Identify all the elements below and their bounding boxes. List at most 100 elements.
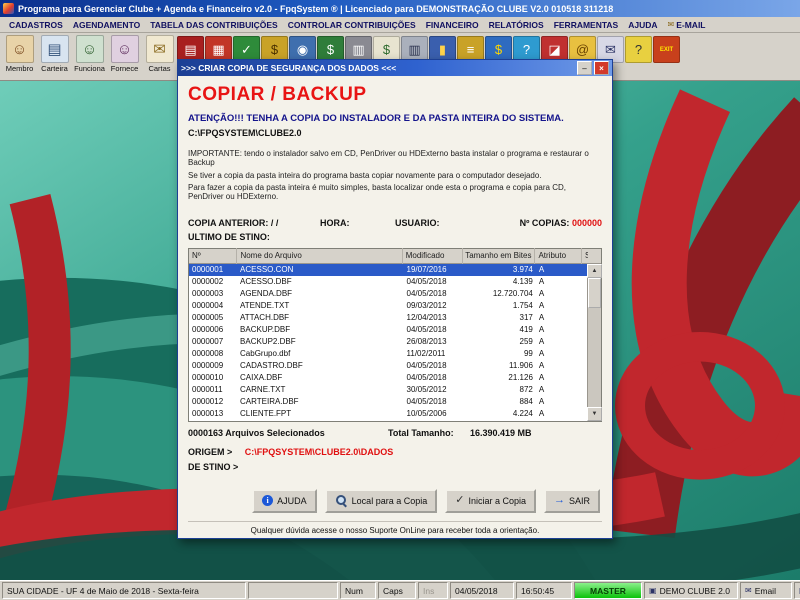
table-cell: ATENDE.TXT xyxy=(240,301,290,310)
table-row[interactable]: 0000007 BACKUP2.DBF 26/08/2013 259 A xyxy=(189,336,588,348)
table-cell: 04/05/2018 xyxy=(406,277,447,286)
table-cell: 04/05/2018 xyxy=(406,361,447,370)
choose-location-button[interactable]: Local para a Copia xyxy=(324,488,438,513)
help-icon[interactable]: ? xyxy=(625,36,652,63)
email-text: Email xyxy=(754,585,776,596)
status-panel-insert-mode: Ins xyxy=(418,582,448,599)
menu-item-ferramentas[interactable]: FERRAMENTAS xyxy=(549,20,624,30)
table-cell: 0000002 xyxy=(192,277,224,286)
dialog-minimize-button[interactable]: – xyxy=(577,61,592,75)
status-panel-location-date: SUA CIDADE - UF 4 de Maio de 2018 - Sext… xyxy=(2,582,246,599)
table-row[interactable]: 0000011 CARNE.TXT 30/05/2012 872 A xyxy=(189,384,588,396)
table-cell: 884 xyxy=(519,397,533,406)
table-row[interactable]: 0000001 ACESSO.CON 19/07/2016 3.974 A xyxy=(189,263,588,276)
table-row[interactable]: 0000003 AGENDA.DBF 04/05/2018 12.720.704 A xyxy=(189,288,588,300)
supplier-button[interactable]: ☺ Fornece xyxy=(107,34,142,73)
exit-button[interactable]: → SAIR xyxy=(543,488,600,513)
table-cell: A xyxy=(538,361,545,370)
window-title: Programa para Gerenciar Clube + Agenda e… xyxy=(18,3,614,14)
menu-item-financeiro[interactable]: FINANCEIRO xyxy=(421,20,484,30)
menu-item-ajuda[interactable]: AJUDA xyxy=(623,20,662,30)
table-cell: A xyxy=(538,289,545,298)
table-row[interactable]: 0000002 ACESSO.DBF 04/05/2018 4.139 A xyxy=(189,276,588,288)
menu-item-tabela-das-contribui-es[interactable]: TABELA DAS CONTRIBUIÇÕES xyxy=(145,20,283,30)
wallet-button[interactable]: ▤ Carteira xyxy=(37,34,72,73)
status-panel-caps-lock: Caps xyxy=(378,582,416,599)
dialog-heading: COPIAR / BACKUP xyxy=(188,84,367,105)
table-row[interactable]: 0000010 CAIXA.DBF 04/05/2018 21.126 A xyxy=(189,372,588,384)
column-header-nome-do-arquivo[interactable]: Nome do Arquivo xyxy=(237,247,403,264)
table-row[interactable]: 0000008 CabGrupo.dbf 11/02/2011 99 A xyxy=(189,348,588,360)
table-cell: 10/05/2006 xyxy=(406,409,447,418)
dialog-title: >>> CRIAR COPIA DE SEGURANÇA DOS DADOS <… xyxy=(181,63,397,73)
dialog-titlebar[interactable]: >>> CRIAR COPIA DE SEGURANÇA DOS DADOS <… xyxy=(178,60,612,76)
table-row[interactable]: 0000009 CADASTRO.DBF 04/05/2018 11.906 A xyxy=(189,360,588,372)
column-header-n[interactable]: Nº xyxy=(189,247,238,264)
table-row[interactable]: 0000004 ATENDE.TXT 09/03/2012 1.754 A xyxy=(189,300,588,312)
toolbar-button-label: Membro xyxy=(5,64,34,73)
table-cell: 0000007 xyxy=(192,337,224,346)
toolbar-button-label: Fornece xyxy=(110,64,139,73)
start-copy-button[interactable]: ✓ Iniciar a Copia xyxy=(445,488,536,513)
dialog-close-button[interactable]: × xyxy=(594,61,609,75)
table-cell: 317 xyxy=(519,313,533,322)
table-cell: 04/05/2018 xyxy=(406,397,447,406)
menu-item-controlar-contribui-es[interactable]: CONTROLAR CONTRIBUIÇÕES xyxy=(283,20,421,30)
table-scrollbar[interactable]: ▲ ▼ xyxy=(587,263,602,421)
help-button-label: AJUDA xyxy=(277,495,307,506)
exit-door-icon[interactable]: EXIT xyxy=(653,36,680,63)
scroll-down-button[interactable]: ▼ xyxy=(587,406,602,421)
help-button[interactable]: i AJUDA xyxy=(252,488,317,513)
magnifier-icon xyxy=(335,494,348,507)
members-button[interactable]: ☺ Membro xyxy=(2,34,37,73)
hour-label: HORA: xyxy=(320,217,350,228)
table-cell: 12/04/2013 xyxy=(406,313,447,322)
origin-label: ORIGEM > xyxy=(188,446,233,457)
toolbar-button-label: Funciona xyxy=(74,64,105,73)
status-panel-num-lock: Num xyxy=(340,582,376,599)
column-header-tamanho-em-bites[interactable]: Tamanho em Bites xyxy=(463,247,536,264)
table-cell: 04/05/2018 xyxy=(406,373,447,382)
scroll-up-button[interactable]: ▲ xyxy=(587,263,602,278)
statusbar: SUA CIDADE - UF 4 de Maio de 2018 - Sext… xyxy=(0,580,800,600)
toolbar-button-label: Carteira xyxy=(41,64,68,73)
menubar: CADASTROS AGENDAMENTO TABELA DAS CONTRIBUI… xyxy=(0,17,800,33)
exit-button-label: SAIR xyxy=(568,495,590,506)
table-cell: ACESSO.CON xyxy=(240,265,294,274)
start-copy-label: Iniciar a Copia xyxy=(468,495,526,506)
menu-item-e-mail[interactable]: ✉ E-MAIL xyxy=(663,20,711,30)
table-cell: CADASTRO.DBF xyxy=(240,361,303,370)
support-note: Qualquer dúvida acesse o nosso Suporte O… xyxy=(188,520,602,535)
table-cell: 21.126 xyxy=(508,373,533,382)
menu-item-cadastros[interactable]: CADASTROS xyxy=(4,20,68,30)
note-line: IMPORTANTE: tendo o instalador salvo em … xyxy=(188,149,589,167)
previous-copy-label: COPIA ANTERIOR: xyxy=(188,217,269,228)
insert-mode-text: Ins xyxy=(423,585,435,596)
table-cell: 30/05/2012 xyxy=(406,385,447,394)
table-cell: CARNE.TXT xyxy=(240,385,286,394)
table-row[interactable]: 0000013 CLIENTE.FPT 10/05/2006 4.224 A xyxy=(189,408,588,420)
column-header-modificado[interactable]: Modificado xyxy=(403,247,463,264)
table-row[interactable]: 0000006 BACKUP.DBF 04/05/2018 419 A xyxy=(189,324,588,336)
column-header-atributo[interactable]: Atributo xyxy=(535,247,583,264)
scroll-thumb[interactable] xyxy=(588,277,601,308)
status-panel-spacer xyxy=(248,582,338,599)
letters-button[interactable]: ✉ Cartas xyxy=(142,34,177,73)
status-panel-tray: ▣▨ xyxy=(794,582,800,599)
license-text: DEMO CLUBE 2.0 xyxy=(659,585,730,596)
table-cell: A xyxy=(538,301,545,310)
table-cell: CAIXA.DBF xyxy=(240,373,283,382)
table-cell: A xyxy=(538,409,545,418)
table-cell: 09/03/2012 xyxy=(406,301,447,310)
table-row[interactable]: 0000005 ATTACH.DBF 12/04/2013 317 A xyxy=(189,312,588,324)
menu-item-relat-rios[interactable]: RELATÓRIOS xyxy=(484,20,549,30)
status-panel-email[interactable]: ✉ Email xyxy=(740,582,792,599)
menu-item-agendamento[interactable]: AGENDAMENTO xyxy=(68,20,145,30)
table-cell: BACKUP2.DBF xyxy=(240,337,296,346)
table-row[interactable]: 0000012 CARTEIRA.DBF 04/05/2018 884 A xyxy=(189,396,588,408)
members-icon: ☺ xyxy=(5,35,34,63)
employee-button[interactable]: ☺ Funciona xyxy=(72,34,107,73)
backup-dialog: >>> CRIAR COPIA DE SEGURANÇA DOS DADOS <… xyxy=(177,59,613,539)
column-header-status[interactable]: Status xyxy=(582,248,588,264)
table-cell: 0000012 xyxy=(192,397,224,406)
